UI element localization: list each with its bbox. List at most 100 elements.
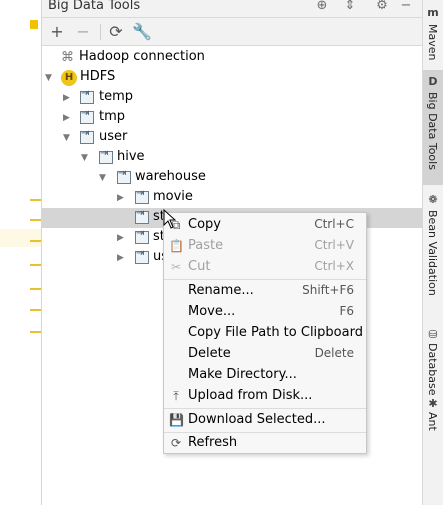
folder-icon xyxy=(135,188,149,204)
maven-icon: m xyxy=(427,6,439,19)
tab-label: Maven xyxy=(426,24,439,61)
wrench-icon[interactable]: 🔧 xyxy=(132,22,152,42)
folder-icon xyxy=(80,128,94,144)
highlighted-line xyxy=(0,229,41,247)
collapsed-arrow-icon[interactable]: ▶ xyxy=(117,192,127,204)
collapse-icon[interactable]: ⇕ xyxy=(341,0,359,16)
menu-shortcut: Ctrl+C xyxy=(314,217,354,231)
menu-label: Delete xyxy=(188,346,231,361)
folder-icon xyxy=(135,208,149,224)
folder-icon xyxy=(135,248,149,264)
bean-icon: ❁ xyxy=(428,193,438,206)
minimize-icon[interactable]: − xyxy=(397,0,415,16)
tree-label: HDFS xyxy=(80,69,116,84)
tab-label: Ant xyxy=(426,412,439,431)
menu-label: Upload from Disk... xyxy=(188,388,313,403)
folder-icon xyxy=(135,228,149,244)
collapsed-arrow-icon[interactable]: ▶ xyxy=(63,92,73,104)
paste-icon: 📋 xyxy=(169,239,184,253)
tab-big-data-tools[interactable]: D Big Data Tools xyxy=(423,70,443,185)
collapsed-arrow-icon[interactable]: ▶ xyxy=(117,252,127,264)
menu-item-copy[interactable]: ⧉ Copy Ctrl+C xyxy=(164,215,366,236)
menu-item-cut[interactable]: ✂ Cut Ctrl+X xyxy=(164,257,366,278)
add-button[interactable]: + xyxy=(47,22,67,42)
tree-row-warehouse[interactable]: ▼ warehouse xyxy=(42,168,422,188)
tree-label: movie xyxy=(153,189,193,204)
save-icon: 💾 xyxy=(169,413,184,427)
tab-database[interactable]: ⛁ Database xyxy=(423,323,443,396)
folder-icon xyxy=(99,148,113,164)
tree-row-hdfs[interactable]: ▼ H HDFS xyxy=(42,68,422,88)
context-menu: ⧉ Copy Ctrl+C 📋 Paste Ctrl+V ✂ Cut Ctrl+… xyxy=(163,212,367,454)
tab-ant[interactable]: ✱ Ant xyxy=(423,392,443,442)
folder-icon xyxy=(117,168,131,184)
menu-label: Copy xyxy=(188,217,221,232)
tree-row-movie[interactable]: ▶ movie xyxy=(42,188,422,208)
warning-marker[interactable] xyxy=(30,20,38,29)
upload-icon: ⤒ xyxy=(173,389,179,403)
tab-label: Bean Validation xyxy=(426,210,439,296)
tree-row-user[interactable]: ▼ user xyxy=(42,128,422,148)
change-marker xyxy=(30,309,41,311)
menu-item-refresh[interactable]: ⟳ Refresh xyxy=(164,433,366,454)
right-tool-strip: m Maven D Big Data Tools ❁ Bean Validati… xyxy=(422,0,443,505)
collapsed-arrow-icon[interactable]: ▶ xyxy=(63,112,73,124)
tab-maven[interactable]: m Maven xyxy=(423,0,443,70)
menu-label: Make Directory... xyxy=(188,367,297,382)
tree-label: tmp xyxy=(99,109,126,124)
refresh-icon: ⟳ xyxy=(170,436,182,450)
tree-row-hive[interactable]: ▼ hive xyxy=(42,148,422,168)
menu-item-make-directory[interactable]: Make Directory... xyxy=(164,365,366,386)
expanded-arrow-icon[interactable]: ▼ xyxy=(45,72,55,84)
tree-row-tmp[interactable]: ▶ tmp xyxy=(42,108,422,128)
menu-separator xyxy=(164,408,366,409)
menu-shortcut: Shift+F6 xyxy=(302,283,354,297)
menu-item-rename[interactable]: Rename... Shift+F6 xyxy=(164,281,366,302)
menu-label: Copy File Path to Clipboard xyxy=(188,325,363,340)
menu-item-upload[interactable]: ⤒ Upload from Disk... xyxy=(164,386,366,407)
editor-gutter-area xyxy=(0,0,42,505)
menu-item-copy-path[interactable]: Copy File Path to Clipboard xyxy=(164,323,366,344)
menu-separator xyxy=(164,279,366,280)
database-icon: ⛁ xyxy=(428,328,438,341)
panel-toolbar: + − ⟳ 🔧 xyxy=(42,18,422,46)
ant-icon: ✱ xyxy=(428,397,438,410)
change-marker xyxy=(30,264,41,266)
tree-label: warehouse xyxy=(135,169,206,184)
change-marker xyxy=(30,240,41,242)
menu-item-delete[interactable]: Delete Delete xyxy=(164,344,366,365)
tree-label: temp xyxy=(99,89,134,104)
folder-icon xyxy=(80,88,94,104)
menu-label: Download Selected... xyxy=(188,412,326,427)
tree-row-hadoop-connection[interactable]: ⌘ Hadoop connection xyxy=(42,48,422,68)
menu-label: Cut xyxy=(188,259,211,274)
menu-item-download[interactable]: 💾 Download Selected... xyxy=(164,410,366,431)
tab-bean-validation[interactable]: ❁ Bean Validation xyxy=(423,188,443,318)
menu-label: Move... xyxy=(188,304,236,319)
tree-label: user xyxy=(99,129,128,144)
menu-shortcut: Ctrl+V xyxy=(314,238,354,252)
gear-icon[interactable]: ⚙ xyxy=(373,0,391,16)
menu-shortcut: F6 xyxy=(339,304,354,318)
refresh-icon[interactable]: ⟳ xyxy=(106,22,126,42)
menu-label: Refresh xyxy=(188,435,238,450)
tree-label: Hadoop connection xyxy=(79,49,205,64)
expanded-arrow-icon[interactable]: ▼ xyxy=(99,172,109,184)
toolbar-separator xyxy=(100,24,101,40)
globe-icon[interactable]: ⊕ xyxy=(313,0,331,16)
menu-item-paste[interactable]: 📋 Paste Ctrl+V xyxy=(164,236,366,257)
tree-label: hive xyxy=(117,149,145,164)
change-marker xyxy=(30,288,41,290)
expanded-arrow-icon[interactable]: ▼ xyxy=(63,132,73,144)
expanded-arrow-icon[interactable]: ▼ xyxy=(81,152,91,164)
tree-row-temp[interactable]: ▶ temp xyxy=(42,88,422,108)
tab-label: Big Data Tools xyxy=(426,92,439,170)
scissors-icon: ✂ xyxy=(170,260,182,274)
menu-item-move[interactable]: Move... F6 xyxy=(164,302,366,323)
collapsed-arrow-icon[interactable]: ▶ xyxy=(117,232,127,244)
hdfs-icon: H xyxy=(61,70,77,86)
connection-icon: ⌘ xyxy=(61,50,74,65)
change-marker xyxy=(30,219,41,221)
folder-icon xyxy=(80,108,94,124)
remove-button[interactable]: − xyxy=(73,22,93,42)
